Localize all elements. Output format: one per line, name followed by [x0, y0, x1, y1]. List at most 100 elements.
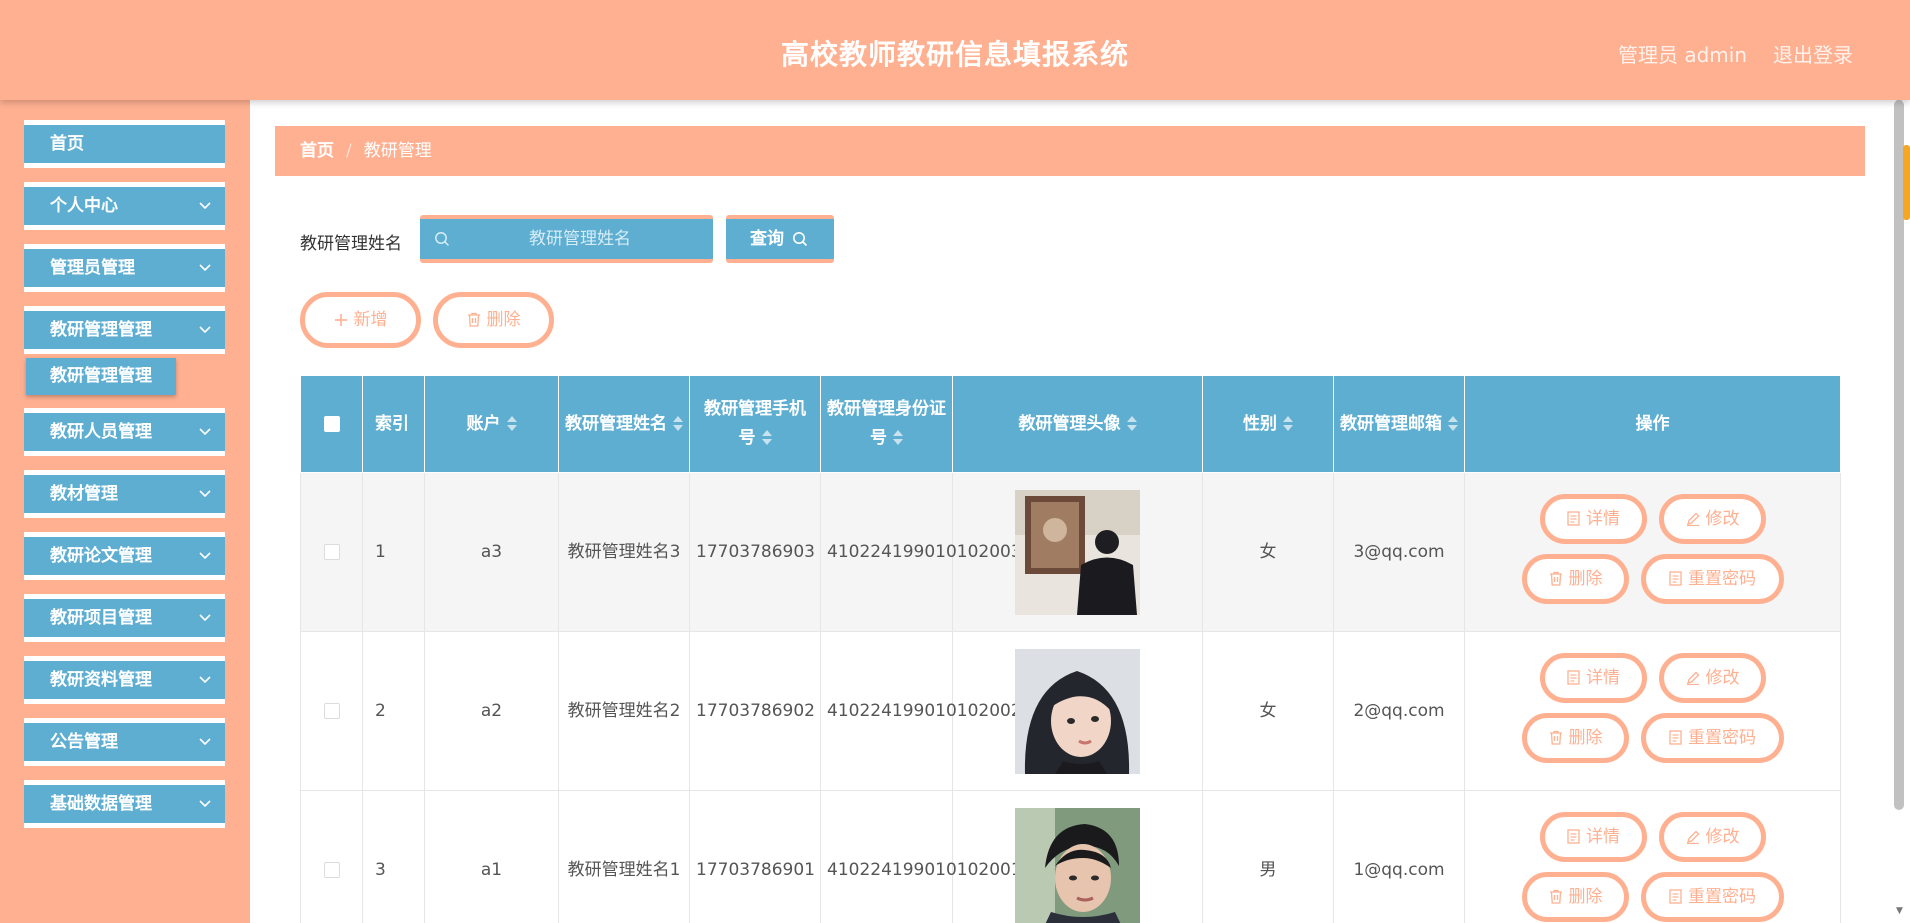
- plus-icon: [334, 314, 347, 326]
- add-button[interactable]: 新增: [300, 292, 421, 348]
- delete-button[interactable]: 删除: [1522, 554, 1629, 604]
- scroll-down-arrow-icon[interactable]: ▼: [1896, 906, 1903, 916]
- trash-icon: [467, 312, 480, 327]
- row-checkbox[interactable]: [323, 702, 340, 719]
- sidebar-item-label: 教材管理: [50, 484, 118, 504]
- document-icon: [1567, 670, 1580, 685]
- sidebar-item-label: 个人中心: [50, 196, 118, 216]
- logout-link[interactable]: 退出登录: [1773, 39, 1853, 68]
- gender-cell: 女: [1202, 472, 1334, 632]
- sidebar-item-label: 公告管理: [50, 732, 118, 752]
- reset-password-button[interactable]: 重置密码: [1641, 713, 1784, 763]
- sort-icon[interactable]: [761, 430, 772, 446]
- data-table: 索引 账户 教研管理姓名 教研管理手机号 教研管理身份证号 教研管理头像 性别 …: [300, 375, 1841, 923]
- sort-icon[interactable]: [1448, 415, 1458, 432]
- search-field[interactable]: [420, 215, 713, 263]
- query-button[interactable]: 查询: [726, 215, 834, 263]
- sidebar-item-materials-management[interactable]: 教研资料管理: [24, 656, 225, 704]
- reset-password-button-label: 重置密码: [1688, 887, 1756, 907]
- avatar-cell: [952, 790, 1203, 923]
- table-row: 3 a1 教研管理姓名1 17703786901 410224199010102…: [300, 790, 1841, 923]
- sidebar-item-project-management[interactable]: 教研项目管理: [24, 594, 225, 642]
- chevron-down-icon: [199, 326, 211, 334]
- row-checkbox[interactable]: [323, 543, 340, 560]
- column-header-account[interactable]: 账户: [424, 375, 559, 473]
- batch-delete-button[interactable]: 删除: [433, 292, 554, 348]
- sidebar-item-home[interactable]: 首页: [24, 120, 225, 168]
- breadcrumb-separator: /: [346, 141, 352, 161]
- reset-password-button-label: 重置密码: [1688, 728, 1756, 748]
- idcard-cell: 410224199010102001: [820, 790, 1022, 923]
- column-header-name[interactable]: 教研管理姓名: [558, 375, 690, 473]
- column-header-idcard[interactable]: 教研管理身份证号: [820, 375, 953, 473]
- breadcrumb-current: 教研管理: [363, 141, 432, 161]
- detail-button[interactable]: 详情: [1540, 494, 1647, 544]
- select-all-cell: [300, 375, 363, 473]
- search-label: 教研管理姓名: [300, 234, 402, 254]
- sort-icon[interactable]: [506, 415, 517, 432]
- reset-password-button[interactable]: 重置密码: [1641, 872, 1784, 922]
- breadcrumb-home[interactable]: 首页: [300, 141, 334, 161]
- sidebar: 首页 个人中心 管理员管理 教研管理管理 教研管理管理 教研人员管理 教材管理 …: [0, 100, 250, 923]
- gender-cell: 男: [1202, 790, 1334, 923]
- sidebar-item-personal-center[interactable]: 个人中心: [24, 182, 225, 230]
- index-cell: 3: [362, 790, 425, 923]
- detail-button-label: 详情: [1586, 509, 1620, 529]
- column-header-label: 操作: [1635, 413, 1670, 434]
- delete-button[interactable]: 删除: [1522, 872, 1629, 922]
- sidebar-item-paper-management[interactable]: 教研论文管理: [24, 532, 225, 580]
- breadcrumb: 首页 / 教研管理: [275, 126, 1865, 176]
- row-checkbox[interactable]: [323, 861, 340, 878]
- column-header-gender[interactable]: 性别: [1202, 375, 1334, 473]
- edit-button[interactable]: 修改: [1659, 653, 1766, 703]
- column-header-email[interactable]: 教研管理邮箱: [1333, 375, 1465, 473]
- chevron-down-icon: [199, 490, 211, 498]
- detail-button[interactable]: 详情: [1540, 653, 1647, 703]
- column-header-label: 账户: [466, 413, 501, 434]
- column-header-avatar[interactable]: 教研管理头像: [952, 375, 1203, 473]
- idcard-cell: 410224199010102002: [820, 631, 1022, 791]
- edit-button[interactable]: 修改: [1659, 494, 1766, 544]
- column-header-label: 教研管理邮箱: [1340, 413, 1442, 434]
- add-button-label: 新增: [353, 310, 388, 330]
- gender-cell: 女: [1202, 631, 1334, 791]
- column-header-label: 教研管理头像: [1018, 413, 1121, 434]
- sort-icon[interactable]: [893, 430, 903, 446]
- detail-button[interactable]: 详情: [1540, 812, 1647, 862]
- column-header-phone[interactable]: 教研管理手机号: [689, 375, 821, 473]
- reset-password-button[interactable]: 重置密码: [1641, 554, 1784, 604]
- sidebar-subitem-research-admin[interactable]: 教研管理管理: [26, 358, 176, 395]
- sidebar-item-research-admin-management[interactable]: 教研管理管理: [24, 306, 225, 354]
- search-input[interactable]: [460, 219, 700, 259]
- edit-button[interactable]: 修改: [1659, 812, 1766, 862]
- email-cell: 1@qq.com: [1333, 790, 1465, 923]
- sort-icon[interactable]: [1283, 415, 1293, 432]
- select-all-checkbox[interactable]: [323, 415, 340, 432]
- index-cell: 2: [362, 631, 425, 791]
- avatar-image[interactable]: [1015, 648, 1140, 774]
- row-select-cell: [300, 790, 363, 923]
- trash-icon: [1549, 889, 1562, 904]
- sidebar-item-notice-management[interactable]: 公告管理: [24, 718, 225, 766]
- table-header-row: 索引 账户 教研管理姓名 教研管理手机号 教研管理身份证号 教研管理头像 性别 …: [300, 375, 1841, 473]
- document-icon: [1567, 829, 1580, 844]
- avatar-image[interactable]: [1015, 489, 1140, 615]
- delete-button[interactable]: 删除: [1522, 713, 1629, 763]
- sidebar-item-textbook-management[interactable]: 教材管理: [24, 470, 225, 518]
- document-icon: [1669, 571, 1682, 586]
- sort-icon[interactable]: [1126, 415, 1137, 432]
- sidebar-item-basic-data-management[interactable]: 基础数据管理: [24, 780, 225, 828]
- sidebar-item-label: 教研资料管理: [50, 670, 152, 690]
- document-icon: [1669, 889, 1682, 904]
- column-header-label: 教研管理手机号: [704, 399, 806, 448]
- account-cell: a2: [424, 631, 559, 791]
- avatar-image[interactable]: [1015, 807, 1140, 923]
- delete-button-label: 删除: [1568, 728, 1603, 748]
- sidebar-item-admin-management[interactable]: 管理员管理: [24, 244, 225, 292]
- edit-button-label: 修改: [1705, 827, 1740, 847]
- chevron-down-icon: [199, 552, 211, 560]
- column-header-label: 性别: [1243, 413, 1277, 434]
- sidebar-item-research-staff-management[interactable]: 教研人员管理: [24, 408, 225, 456]
- chevron-down-icon: [199, 428, 211, 436]
- sort-icon[interactable]: [673, 415, 683, 432]
